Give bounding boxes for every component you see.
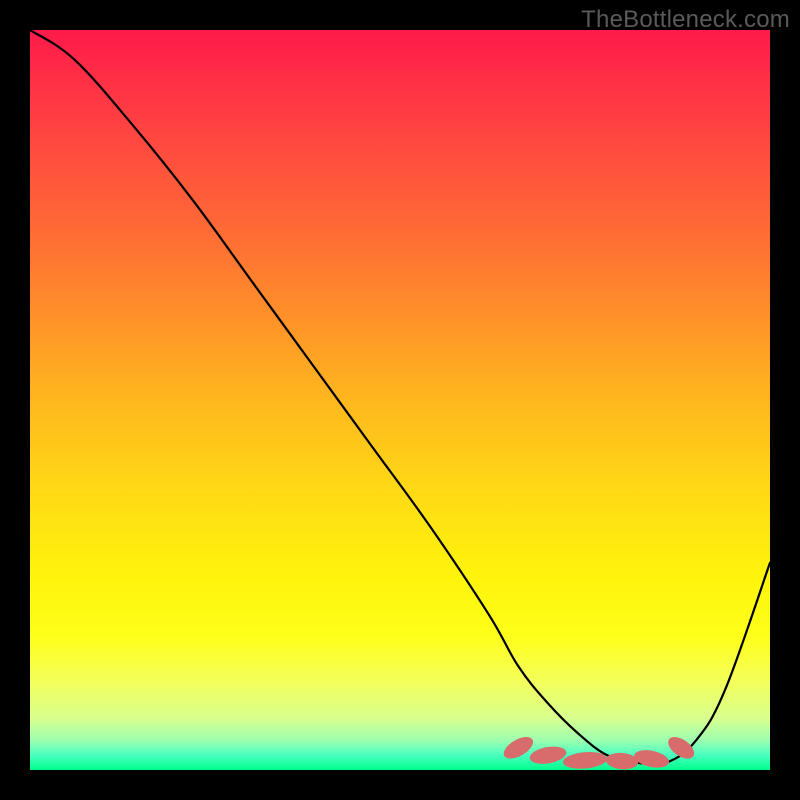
trough-marker [528,744,567,766]
trough-marker [633,747,671,770]
plot-area [30,30,770,770]
curve-svg [30,30,770,770]
trough-marker [664,733,698,763]
trough-marker [605,752,639,771]
trough-marker [562,750,608,770]
watermark-text: TheBottleneck.com [581,6,790,34]
bottleneck-curve [30,30,770,765]
chart-frame: TheBottleneck.com [0,0,800,800]
